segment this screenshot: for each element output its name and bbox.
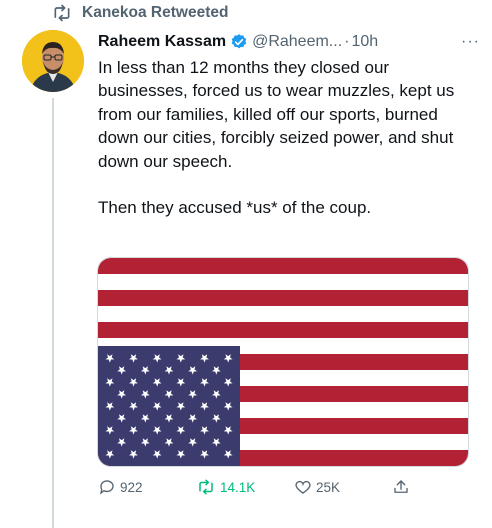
tweet-actions: 922 14.1K 25K [98, 476, 418, 498]
retweet-icon [24, 3, 72, 23]
retweet-action-icon [199, 479, 213, 495]
share-icon [394, 480, 408, 493]
heart-icon [295, 480, 311, 494]
like-button[interactable]: 25K [294, 478, 364, 496]
reply-button[interactable]: 922 [98, 478, 158, 496]
flag-red-stripe [98, 258, 468, 274]
author-name[interactable]: Raheem Kassam [98, 33, 226, 51]
thread-line [52, 98, 54, 528]
upside-down-us-flag-icon [98, 258, 468, 466]
avatar[interactable] [22, 30, 84, 92]
retweet-banner[interactable]: Kanekoa Retweeted [24, 0, 228, 26]
reply-count: 922 [120, 479, 143, 495]
retweet-count: 14.1K [220, 479, 256, 495]
reply-icon [99, 480, 114, 495]
tweet-media-upside-down-flag[interactable] [97, 257, 469, 467]
share-button[interactable] [392, 478, 410, 496]
like-count: 25K [316, 479, 341, 495]
retweet-banner-label: Kanekoa Retweeted [82, 4, 229, 21]
flag-red-stripe [98, 322, 468, 338]
author-handle[interactable]: @Raheem... [252, 33, 342, 51]
verified-badge-icon [230, 33, 248, 51]
tweet-header: Raheem Kassam @Raheem... · 10h ··· [98, 30, 480, 54]
separator-dot: · [344, 33, 350, 50]
tweet-text: In less than 12 months they closed our b… [98, 58, 455, 218]
flag-canton [98, 346, 240, 466]
tweet-timestamp[interactable]: 10h [351, 33, 378, 51]
retweet-button[interactable]: 14.1K [196, 478, 276, 496]
more-options-icon[interactable]: ··· [461, 33, 480, 51]
flag-red-stripe [98, 290, 468, 306]
avatar-column [22, 30, 88, 528]
